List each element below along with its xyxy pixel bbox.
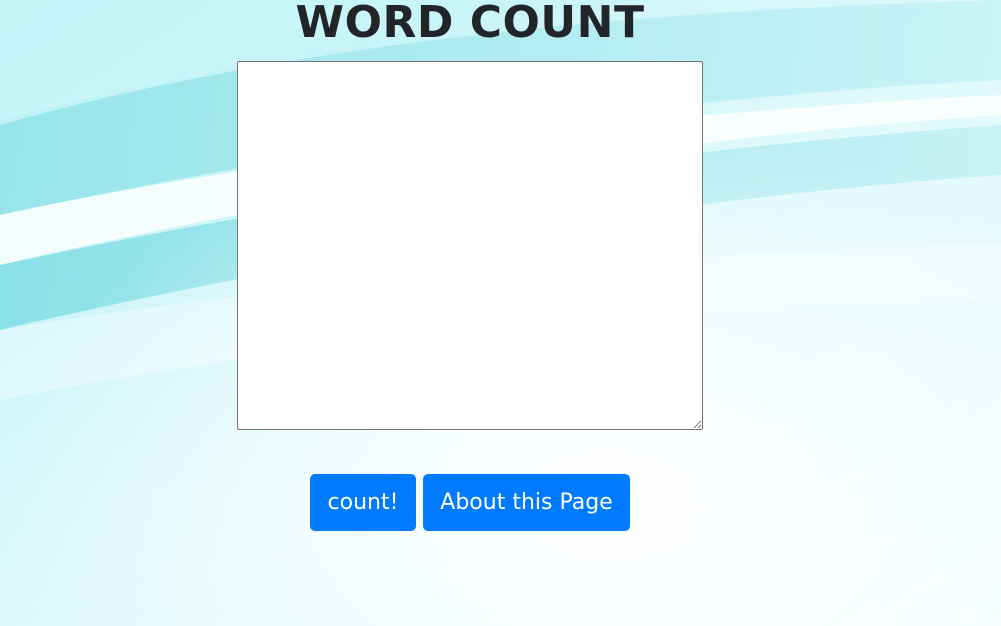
count-button[interactable]: count! — [310, 474, 416, 531]
text-input-area[interactable] — [237, 61, 703, 430]
about-page-button[interactable]: About this Page — [423, 474, 630, 531]
page-title: WORD COUNT — [295, 0, 645, 48]
